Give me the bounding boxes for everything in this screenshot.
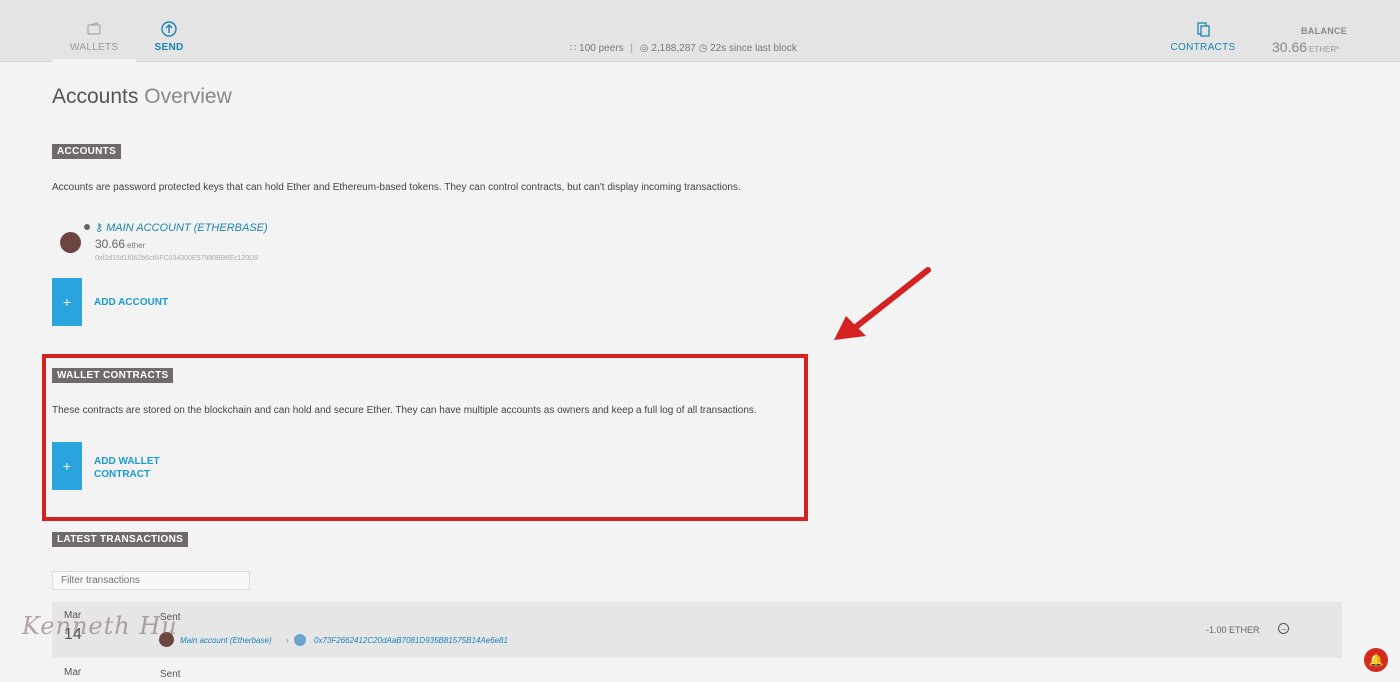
transaction-row[interactable]: Mar Sent (52, 660, 1342, 682)
nav-send-label: SEND (154, 42, 184, 53)
status-divider: | (630, 43, 634, 54)
main-account-balance-value: 30.66 (95, 237, 126, 251)
block-icon: ◎ (639, 43, 649, 54)
transaction-month: Mar (64, 667, 82, 678)
transaction-from[interactable]: Main account (Etherbase) (180, 636, 272, 645)
nav-contracts[interactable]: CONTRACTS (1170, 20, 1236, 53)
notification-bell-icon[interactable]: 🔔 (1364, 648, 1388, 672)
arrow-right-icon: › (286, 636, 289, 645)
main-account-address: 0xf2d15d1f062b6cfAFC034300E57980BB6Ec120… (95, 255, 259, 262)
recipient-identicon (294, 634, 306, 646)
account-status-dot (84, 224, 90, 230)
accounts-section-tag: ACCOUNTS (52, 144, 122, 159)
main-account-balance: 30.66 ether (95, 237, 145, 251)
last-block-time: 22s since last block (710, 43, 797, 54)
main-account-name-text: MAIN ACCOUNT (ETHERBASE) (106, 222, 268, 234)
latest-transactions-section-tag: LATEST TRANSACTIONS (52, 532, 189, 547)
watermark-signature: Kenneth Hu (22, 612, 178, 640)
nav-send[interactable]: SEND (150, 20, 188, 53)
active-tab-indicator (52, 59, 136, 62)
accounts-description: Accounts are password protected keys tha… (52, 182, 741, 193)
transaction-details-icon[interactable]: → (1278, 623, 1289, 634)
annotation-arrow (834, 267, 931, 340)
filter-transactions-input[interactable] (52, 571, 250, 590)
transaction-amount: -1.00 ETHER (1206, 625, 1260, 635)
transaction-to[interactable]: 0x73F2662412C20dAaB7081D935B81575B14Ae6e… (314, 636, 508, 645)
main-account-name[interactable]: ⚷ MAIN ACCOUNT (ETHERBASE) (95, 221, 268, 234)
balance-display: 30.66 ETHER* (1272, 39, 1339, 55)
block-number: 2,188,287 (651, 43, 696, 54)
nav-contracts-label: CONTRACTS (1170, 42, 1236, 53)
top-bar: WALLETS SEND ∷ 100 peers | ◎ 2,188,287 ◷… (0, 0, 1400, 62)
page-title: Accounts Overview (52, 85, 232, 109)
send-icon (161, 21, 177, 37)
network-status: ∷ 100 peers | ◎ 2,188,287 ◷ 22s since la… (570, 43, 797, 54)
page-title-sub: Overview (144, 85, 232, 108)
key-icon: ⚷ (95, 222, 104, 234)
wallet-icon (87, 22, 101, 35)
add-account-label[interactable]: ADD ACCOUNT (94, 296, 168, 309)
main-account-balance-unit: ether (127, 241, 146, 250)
clock-icon: ◷ (698, 43, 708, 54)
account-avatar (60, 232, 81, 253)
peers-icon: ∷ (570, 43, 577, 54)
add-account-button[interactable]: + (52, 278, 82, 326)
transaction-type: Sent (160, 669, 181, 680)
nav-wallets-label: WALLETS (70, 42, 119, 53)
balance-label: BALANCE (1301, 26, 1348, 36)
balance-unit: ETHER* (1309, 45, 1340, 54)
balance-amount: 30.66 (1272, 39, 1308, 55)
nav-wallets[interactable]: WALLETS (70, 20, 118, 53)
transaction-row[interactable]: Mar 14 Sent Main account (Etherbase) › 0… (52, 602, 1342, 658)
annotation-highlight-box (42, 354, 808, 521)
page-title-main: Accounts (52, 85, 139, 108)
contracts-icon (1197, 22, 1210, 37)
peers-count: 100 peers (579, 43, 624, 54)
